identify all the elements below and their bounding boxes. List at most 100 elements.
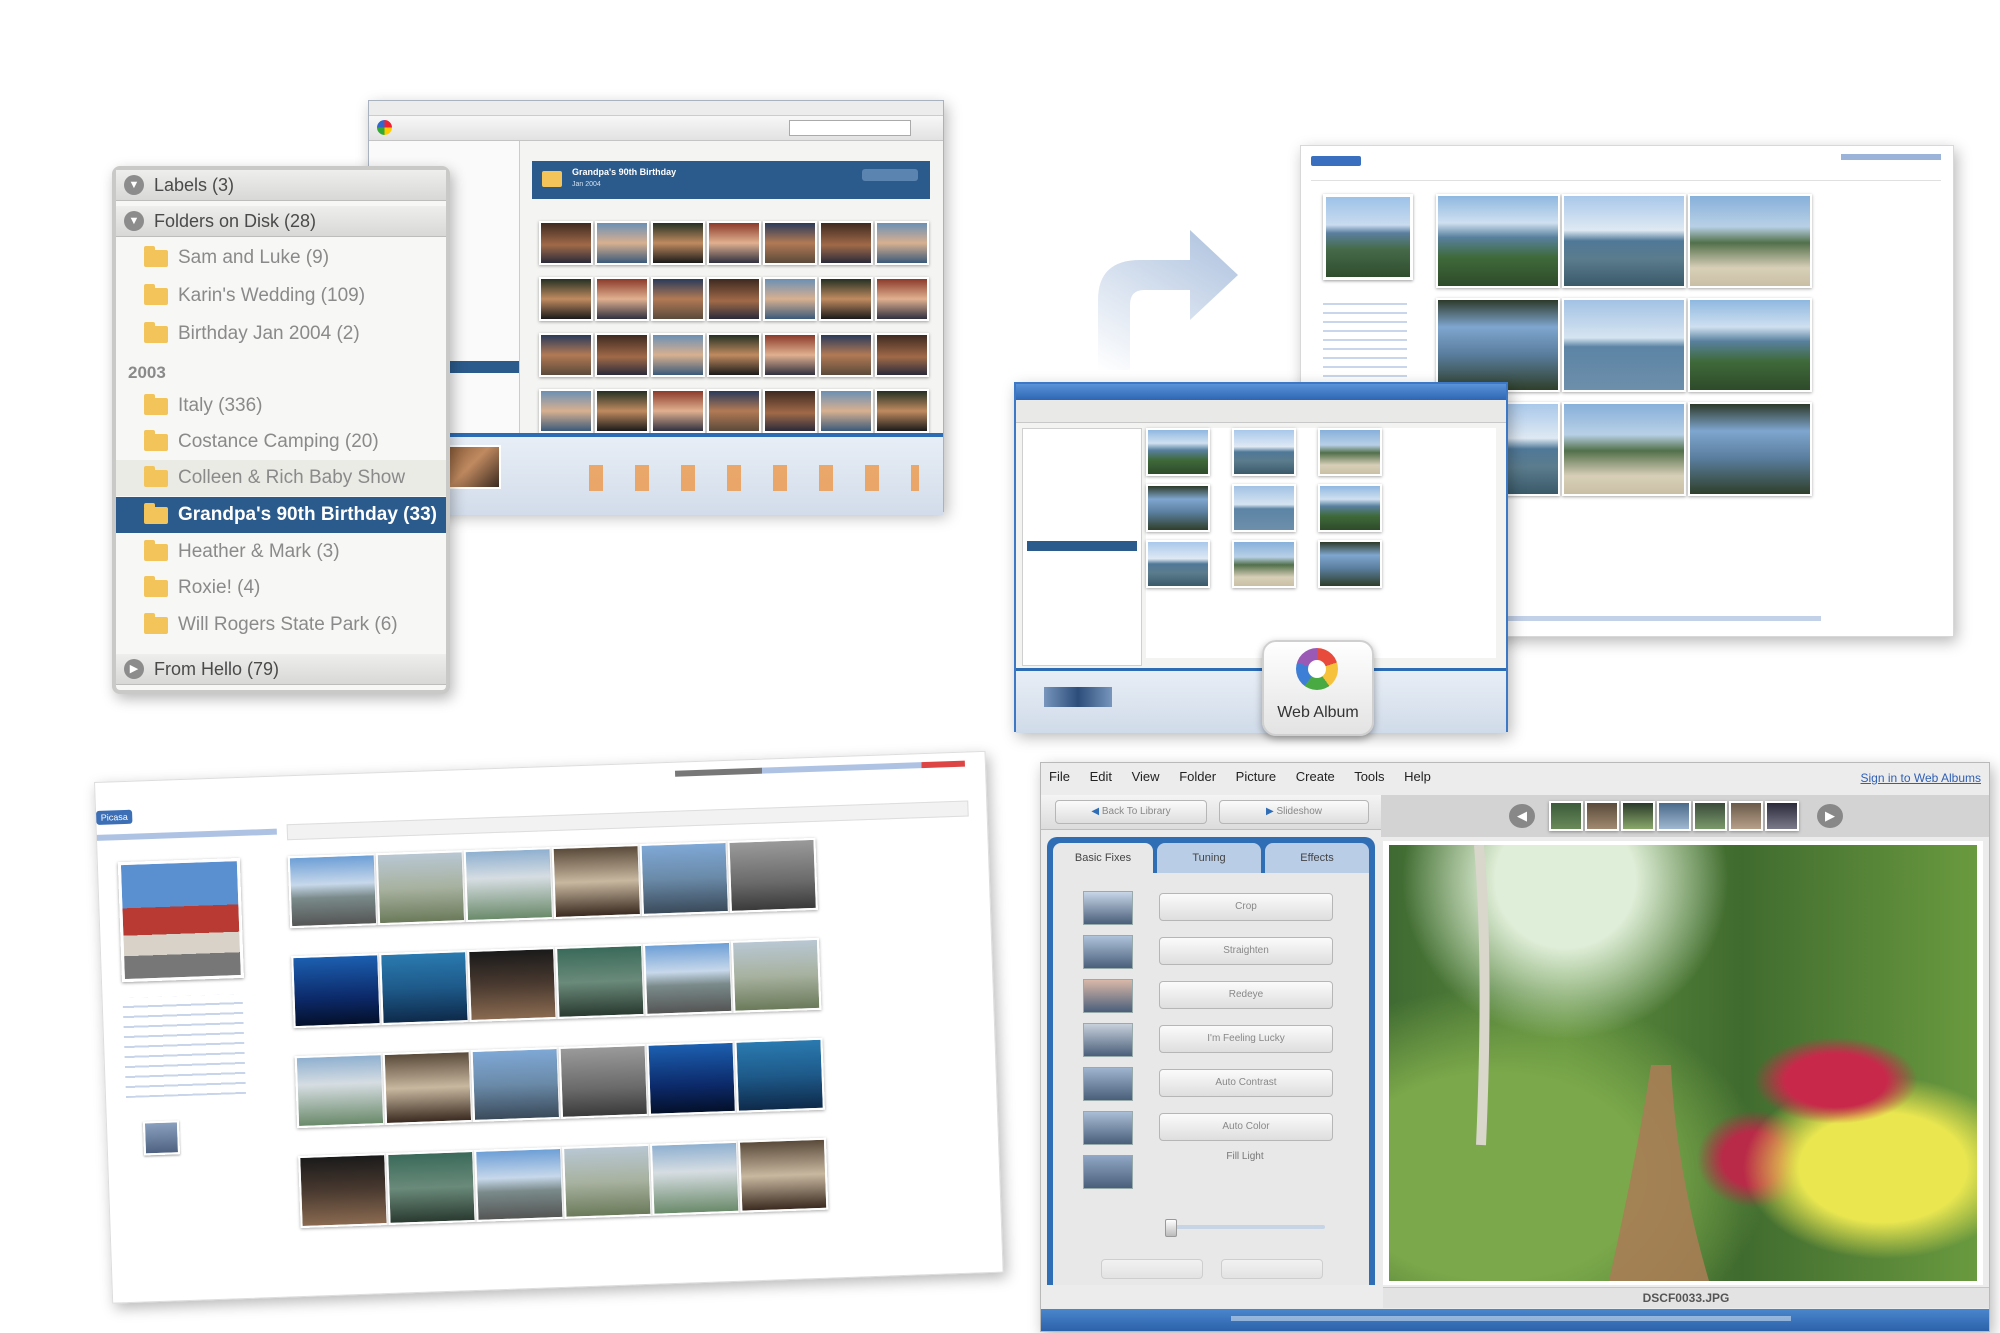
back-to-library-button[interactable]: ◀ Back To Library — [1055, 800, 1207, 824]
upload-thumbnail[interactable] — [1318, 428, 1382, 476]
filmstrip-thumbnail[interactable] — [1693, 801, 1727, 831]
collapse-toggle-icon[interactable]: ▼ — [124, 175, 144, 195]
public-thumbnail[interactable] — [463, 847, 555, 923]
public-thumbnail[interactable] — [470, 1046, 562, 1122]
upload-tree-selected[interactable] — [1027, 541, 1137, 551]
web-user-links[interactable] — [674, 760, 965, 777]
upload-thumbnail[interactable] — [1318, 540, 1382, 588]
public-thumbnail[interactable] — [646, 1040, 737, 1116]
collapse-toggle-icon[interactable]: ▼ — [124, 211, 144, 231]
tray-thumb-strip[interactable] — [1044, 687, 1112, 707]
public-thumbnail[interactable] — [294, 1053, 386, 1129]
upload-thumbnail[interactable] — [1146, 540, 1210, 588]
folder-item-selected[interactable]: Grandpa's 90th Birthday (33) — [116, 497, 446, 533]
album-cover-photo[interactable] — [1323, 194, 1413, 280]
folders-on-disk-header[interactable]: ▼ Folders on Disk (28) — [116, 206, 446, 237]
library-thumbnail[interactable] — [875, 389, 929, 433]
menu-file[interactable]: File — [1049, 769, 1070, 784]
library-thumbnail[interactable] — [819, 333, 873, 377]
owner-avatar[interactable] — [142, 1120, 181, 1156]
public-thumbnail[interactable] — [737, 1137, 829, 1213]
folder-item[interactable]: Karin's Wedding (109) — [116, 278, 446, 314]
redo-button[interactable] — [1221, 1259, 1323, 1279]
library-thumbnail[interactable] — [707, 277, 761, 321]
public-thumbnail[interactable] — [639, 840, 730, 916]
tab-effects[interactable]: Effects — [1265, 843, 1369, 873]
web-footer-links[interactable] — [1501, 616, 1821, 621]
library-thumbnail[interactable] — [539, 221, 593, 265]
album-thumbnail[interactable] — [1562, 194, 1686, 288]
auto-contrast-button[interactable]: Auto Contrast — [1159, 1069, 1333, 1097]
menu-create[interactable]: Create — [1296, 769, 1335, 784]
sign-in-link[interactable]: Sign in to Web Albums — [1860, 771, 1981, 785]
library-selected-folder[interactable] — [439, 361, 519, 373]
album-thumbnail[interactable] — [1436, 194, 1560, 288]
library-thumbnail[interactable] — [707, 389, 761, 433]
menu-edit[interactable]: Edit — [1090, 769, 1112, 784]
straighten-button[interactable]: Straighten — [1159, 937, 1333, 965]
public-thumbnail[interactable] — [649, 1140, 741, 1216]
library-thumbnail[interactable] — [595, 333, 649, 377]
library-thumbnail[interactable] — [875, 221, 929, 265]
library-thumbnail[interactable] — [763, 333, 817, 377]
album-thumbnail[interactable] — [1562, 402, 1686, 496]
tab-basic-fixes[interactable]: Basic Fixes — [1053, 843, 1153, 873]
upload-thumbnail[interactable] — [1232, 540, 1296, 588]
prev-photo-arrow-icon[interactable]: ◀ — [1509, 804, 1535, 828]
library-thumbnail[interactable] — [763, 221, 817, 265]
public-thumbnail[interactable] — [467, 947, 558, 1023]
upload-thumbnail[interactable] — [1232, 484, 1296, 532]
filmstrip-thumbnail[interactable] — [1657, 801, 1691, 831]
library-thumbnail[interactable] — [651, 277, 705, 321]
public-thumbnail[interactable] — [551, 844, 643, 920]
folder-item[interactable]: Sam and Luke (9) — [116, 240, 446, 276]
web-album-badge[interactable]: Web Album — [1262, 640, 1374, 736]
library-thumbnail[interactable] — [595, 389, 649, 433]
library-thumbnail[interactable] — [763, 277, 817, 321]
web-header-links[interactable] — [1841, 154, 1941, 160]
library-thumbnail[interactable] — [595, 221, 649, 265]
redeye-button[interactable]: Redeye — [1159, 981, 1333, 1009]
album-thumbnail[interactable] — [1562, 298, 1686, 392]
menu-view[interactable]: View — [1132, 769, 1160, 784]
upload-thumbnail[interactable] — [1146, 428, 1210, 476]
im-feeling-lucky-button[interactable]: I'm Feeling Lucky — [1159, 1025, 1333, 1053]
upload-thumbnail[interactable] — [1232, 428, 1296, 476]
filmstrip-thumbnail[interactable] — [1621, 801, 1655, 831]
public-thumbnail[interactable] — [734, 1037, 825, 1113]
library-thumbnail[interactable] — [763, 389, 817, 433]
library-thumbnail[interactable] — [595, 277, 649, 321]
fill-light-slider-thumb[interactable] — [1165, 1219, 1177, 1237]
album-cover-thumb[interactable] — [117, 857, 244, 983]
public-thumbnail[interactable] — [562, 1143, 653, 1219]
library-thumbnail[interactable] — [819, 221, 873, 265]
public-thumbnail[interactable] — [291, 953, 382, 1029]
library-thumbnail[interactable] — [651, 221, 705, 265]
labels-section-header[interactable]: ▼ Labels (3) — [116, 170, 446, 201]
album-thumbnail[interactable] — [1688, 194, 1812, 288]
public-thumbnail[interactable] — [558, 1043, 649, 1119]
library-thumbnail[interactable] — [539, 333, 593, 377]
library-thumbnail[interactable] — [651, 333, 705, 377]
folder-item[interactable]: Italy (336) — [116, 388, 446, 424]
filmstrip-thumbnail[interactable] — [1729, 801, 1763, 831]
web-nav-links[interactable] — [96, 828, 277, 841]
library-thumbnail[interactable] — [707, 333, 761, 377]
public-thumbnail[interactable] — [730, 937, 822, 1013]
crop-button[interactable]: Crop — [1159, 893, 1333, 921]
library-thumbnail[interactable] — [707, 221, 761, 265]
public-thumbnail[interactable] — [382, 1050, 474, 1126]
public-thumbnail[interactable] — [379, 950, 470, 1026]
library-thumbnail[interactable] — [875, 333, 929, 377]
expand-toggle-icon[interactable]: ▶ — [124, 659, 144, 679]
library-thumbnail[interactable] — [819, 389, 873, 433]
folder-item[interactable]: Colleen & Rich Baby Show — [116, 460, 446, 496]
from-hello-header[interactable]: ▶ From Hello (79) — [116, 654, 446, 685]
slideshow-button[interactable]: ▶ Slideshow — [1219, 800, 1369, 824]
album-thumbnail[interactable] — [1436, 298, 1560, 392]
album-thumbnail[interactable] — [1688, 402, 1812, 496]
upload-thumbnail[interactable] — [1146, 484, 1210, 532]
library-thumbnail[interactable] — [539, 389, 593, 433]
library-thumbnail[interactable] — [819, 277, 873, 321]
public-thumbnail[interactable] — [298, 1153, 389, 1229]
